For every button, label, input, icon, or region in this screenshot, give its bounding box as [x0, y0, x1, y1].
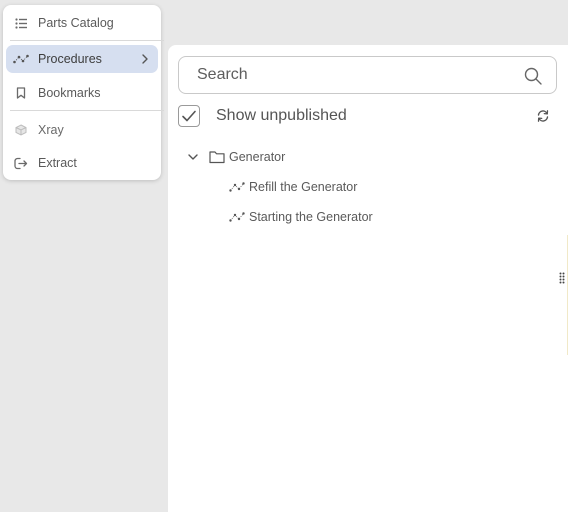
- menu-item-xray[interactable]: Xray: [6, 116, 158, 144]
- tree-procedure-item[interactable]: Refill the Generator: [229, 178, 357, 196]
- tree-procedure-label: Starting the Generator: [249, 210, 373, 224]
- menu-item-procedures[interactable]: Procedures: [6, 45, 158, 73]
- search-box: [178, 56, 557, 94]
- folder-icon: [209, 151, 225, 164]
- bookmark-icon: [13, 85, 29, 101]
- show-unpublished-row: Show unpublished: [178, 104, 347, 128]
- show-unpublished-label: Show unpublished: [216, 107, 347, 124]
- checkmark-icon: [182, 110, 196, 122]
- tree-folder-label: Generator: [229, 150, 286, 164]
- chevron-right-icon: [142, 54, 148, 64]
- procedure-icon: [229, 212, 245, 222]
- menu-item-extract[interactable]: Extract: [6, 149, 158, 177]
- procedures-panel: Show unpublished Generator: [168, 45, 568, 512]
- menu-item-label: Parts Catalog: [38, 16, 114, 30]
- list-icon: [13, 15, 29, 31]
- tree-procedure-label: Refill the Generator: [249, 180, 358, 194]
- refresh-icon[interactable]: [536, 109, 550, 123]
- menu-item-label: Bookmarks: [38, 86, 101, 100]
- menu-item-label: Procedures: [38, 52, 102, 66]
- tree-folder-generator[interactable]: Generator: [187, 148, 285, 166]
- navigation-menu: Parts Catalog Procedures Bookmarks Xray …: [3, 5, 164, 180]
- procedure-icon: [229, 182, 245, 192]
- procedure-icon: [13, 51, 29, 67]
- search-icon[interactable]: [523, 66, 543, 86]
- show-unpublished-checkbox[interactable]: [178, 105, 200, 127]
- search-input[interactable]: [197, 66, 517, 84]
- tree-procedure-item[interactable]: Starting the Generator: [229, 208, 373, 226]
- menu-item-bookmarks[interactable]: Bookmarks: [6, 79, 158, 107]
- extract-icon: [13, 155, 29, 171]
- menu-item-label: Extract: [38, 156, 77, 170]
- cube-icon: [13, 122, 29, 138]
- menu-item-label: Xray: [38, 123, 64, 137]
- chevron-down-icon[interactable]: [187, 151, 199, 163]
- menu-divider: [10, 110, 164, 111]
- menu-item-parts-catalog[interactable]: Parts Catalog: [6, 9, 158, 37]
- menu-divider: [10, 40, 164, 41]
- drag-handle-icon[interactable]: [559, 272, 565, 284]
- app-canvas: Parts Catalog Procedures Bookmarks Xray …: [0, 0, 568, 512]
